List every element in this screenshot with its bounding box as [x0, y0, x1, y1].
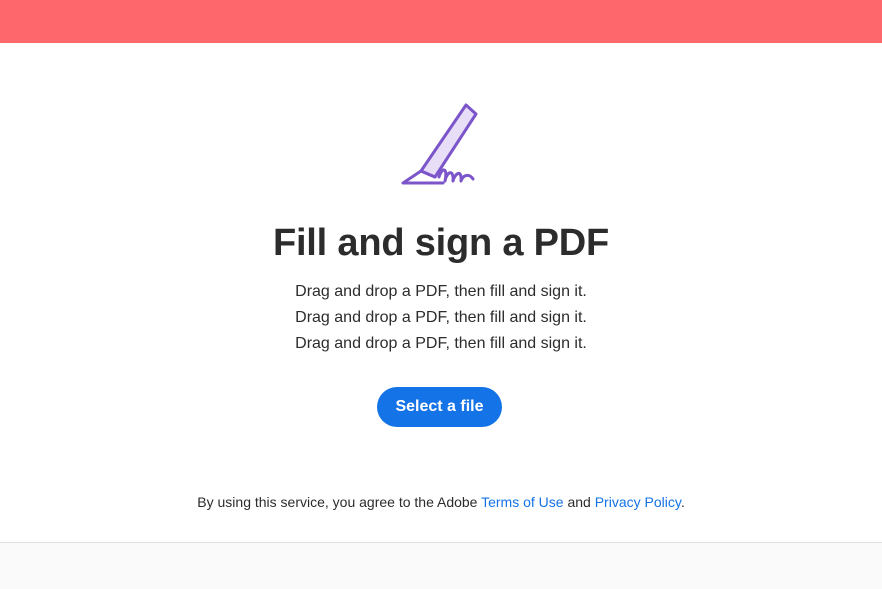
top-banner — [0, 0, 882, 43]
legal-conjunction: and — [563, 494, 595, 510]
legal-prefix: By using this service, you agree to the … — [197, 494, 482, 510]
legal-suffix: . — [680, 494, 685, 510]
description-line-2: Drag and drop a PDF, then fill and sign … — [295, 309, 587, 326]
select-file-button[interactable]: Select a file — [377, 387, 502, 427]
footer-area — [0, 543, 882, 589]
description-line-3: Drag and drop a PDF, then fill and sign … — [295, 335, 587, 352]
terms-of-use-link[interactable]: Terms of Use — [481, 494, 563, 510]
privacy-policy-link[interactable]: Privacy Policy — [595, 494, 681, 510]
description-line-1: Drag and drop a PDF, then fill and sign … — [295, 283, 587, 300]
page-title: Fill and sign a PDF — [272, 222, 610, 264]
fill-and-sign-pen-icon — [401, 103, 478, 185]
legal-notice: By using this service, you agree to the … — [0, 492, 882, 512]
